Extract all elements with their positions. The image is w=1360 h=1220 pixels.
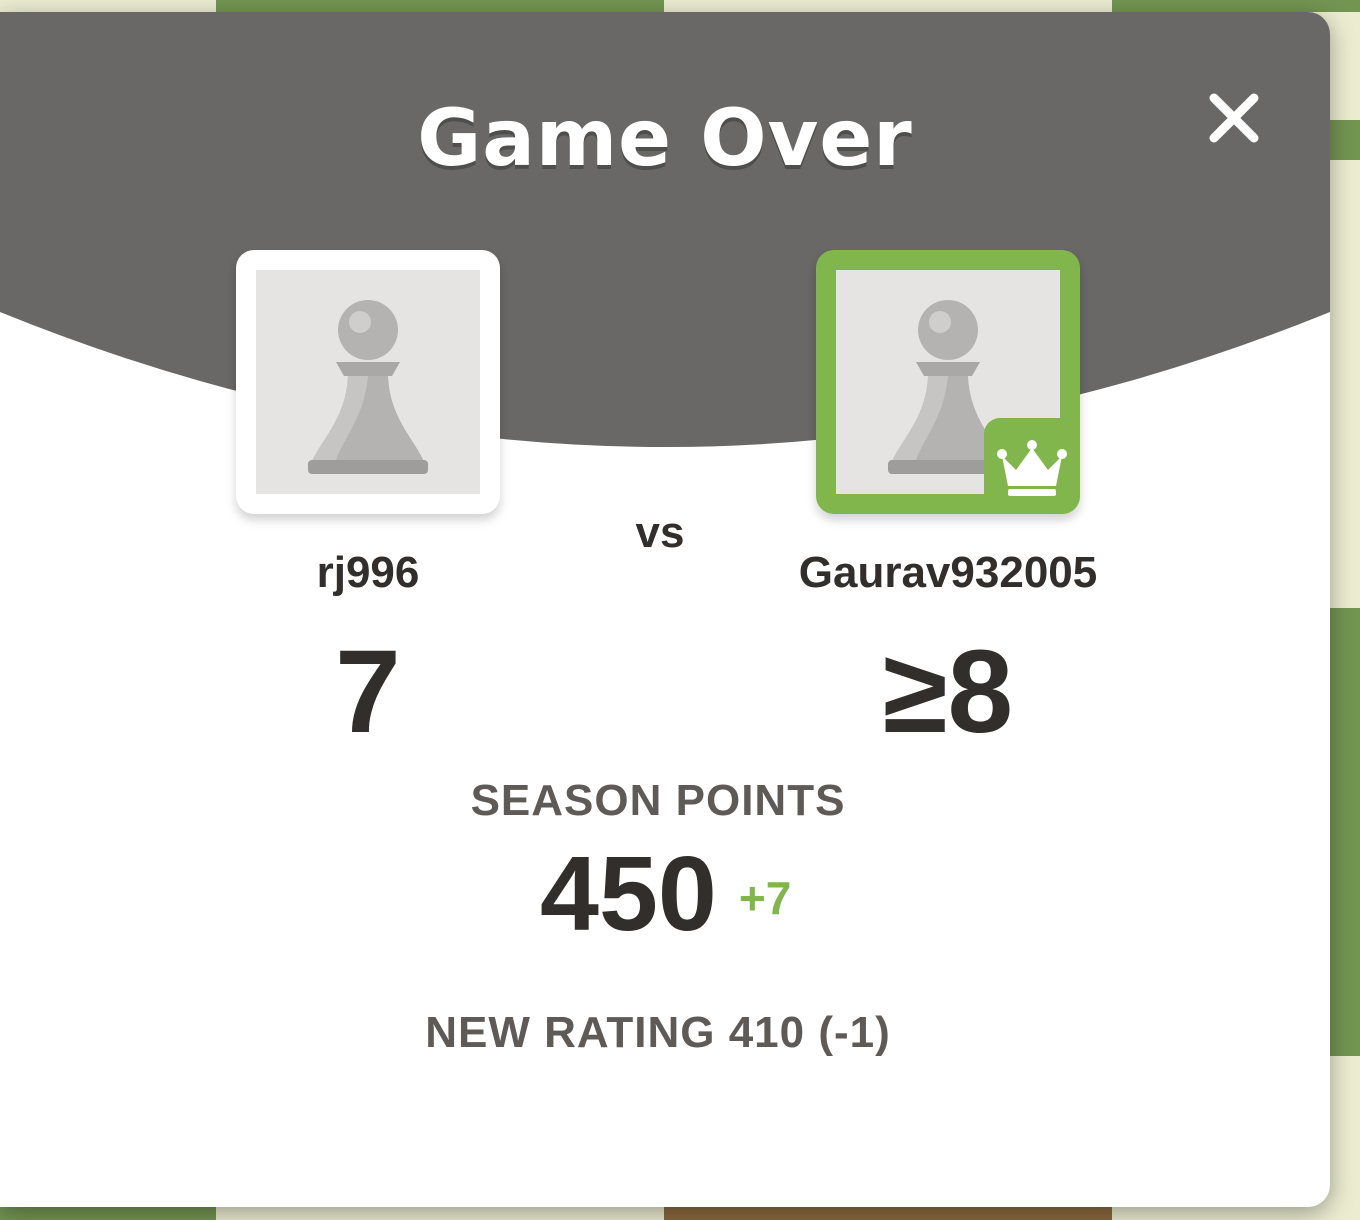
player-avatar-left[interactable]	[236, 250, 500, 514]
player-username-left[interactable]: rj996	[168, 548, 568, 598]
season-points-label: SEASON POINTS	[470, 776, 846, 825]
player-score-left: 7	[335, 626, 401, 758]
vs-label: vs	[635, 508, 685, 557]
new-rating-text: NEW RATING 410 (-1)	[425, 1008, 891, 1057]
season-points-delta: +7	[738, 872, 792, 924]
season-points-value: 450	[540, 835, 717, 953]
board-square	[1330, 608, 1360, 1056]
board-square	[216, 0, 664, 12]
close-button[interactable]	[1200, 84, 1268, 152]
board-square	[0, 1207, 216, 1220]
modal-header-background	[0, 12, 1330, 447]
player-avatar-right[interactable]	[816, 250, 1080, 514]
close-icon[interactable]	[1200, 84, 1268, 152]
winner-badge	[984, 418, 1080, 514]
season-points-row: 450 +7	[540, 834, 791, 955]
avatar-image	[256, 270, 480, 494]
modal-title: Game Over	[417, 94, 913, 184]
board-square	[1330, 120, 1360, 160]
board-square	[664, 1207, 1112, 1220]
board-square	[1112, 0, 1360, 12]
crown-icon	[997, 440, 1067, 496]
pawn-icon	[308, 300, 428, 474]
game-over-modal: Game Over vs rj996 Gaurav932005 7 ≥8 SEA…	[0, 12, 1330, 1207]
player-score-right: ≥8	[882, 626, 1014, 758]
player-username-right[interactable]: Gaurav932005	[748, 548, 1148, 598]
